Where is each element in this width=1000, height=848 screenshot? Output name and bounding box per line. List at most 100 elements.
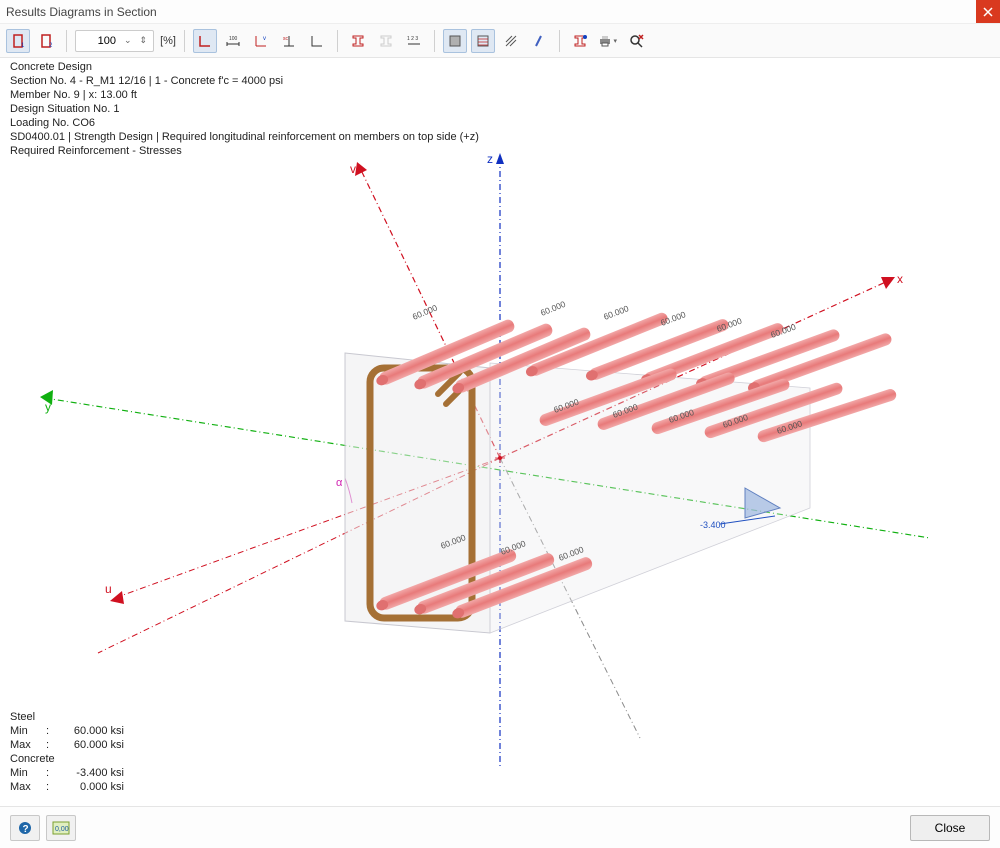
tb-view-dimensions[interactable]: 100 [221, 29, 245, 53]
rebar [451, 555, 594, 620]
tb-diagram-type-2[interactable]: 2 [34, 29, 58, 53]
z-axis-label: z [487, 152, 493, 166]
tb-view-principal-axes[interactable]: v [249, 29, 273, 53]
bar-label: 60.000 [439, 532, 467, 551]
bar-label: 60.000 [721, 412, 749, 430]
v-axis-label: v [350, 162, 356, 176]
info-line: Concrete Design [10, 60, 479, 74]
results-summary: Steel Min:60.000 ksi Max:60.000 ksi Conc… [10, 710, 124, 794]
ibeam-solid-icon [350, 33, 366, 49]
axes-icon [197, 33, 213, 49]
printer-icon [597, 33, 610, 49]
diagram-canvas: z v u x y α 60.000 [0, 58, 1000, 798]
svg-text:v: v [263, 36, 266, 42]
rebar [451, 326, 592, 395]
info-line: SD0400.01 | Strength Design | Required l… [10, 130, 479, 144]
window-close-button[interactable] [976, 0, 1000, 23]
principal-axes-icon: v [253, 33, 269, 49]
bar-label: 60.000 [667, 407, 695, 425]
alpha-label: α [336, 477, 343, 489]
concrete-stress-label: -3.400 [700, 520, 726, 530]
close-button[interactable]: Close [910, 815, 990, 841]
shear-center-icon: sc [281, 33, 297, 49]
rebar [524, 311, 669, 378]
svg-text:0,00: 0,00 [55, 826, 69, 833]
rebar [375, 318, 516, 387]
steel-max-value: 60.000 ksi [56, 738, 124, 752]
bar-label: 60.000 [659, 309, 687, 328]
bar-label: 60.000 [411, 302, 439, 321]
axis-toggle-icon [309, 33, 325, 49]
separator [184, 30, 185, 52]
design-info-block: Concrete Design Section No. 4 - R_M1 12/… [10, 60, 479, 158]
rebar [413, 551, 556, 616]
separator [559, 30, 560, 52]
max-label: Max [10, 738, 46, 752]
rebar [756, 387, 898, 443]
help-button[interactable]: ? [10, 815, 40, 841]
texture-icon [475, 33, 491, 49]
bar-label: 60.000 [611, 401, 639, 419]
rebar [375, 547, 518, 612]
tb-view-axes[interactable] [193, 29, 217, 53]
tb-diagram-type-1[interactable]: 1 [6, 29, 30, 53]
zoom-dropdown-icon[interactable]: ⌄ [122, 35, 134, 46]
window-title: Results Diagrams in Section [6, 5, 157, 19]
ibeam-outline-icon [378, 33, 394, 49]
rebar [596, 371, 736, 432]
units-button[interactable]: 0,00 [46, 815, 76, 841]
tb-view-shear-center[interactable]: sc [277, 29, 301, 53]
svg-text:sc: sc [283, 36, 289, 42]
info-line: Section No. 4 - R_M1 12/16 | 1 - Concret… [10, 74, 479, 88]
rebar [538, 367, 678, 428]
steel-min-value: 60.000 ksi [56, 724, 124, 738]
zoom-stepper-icon[interactable]: ⇕ [138, 35, 150, 46]
bar-label: 60.000 [557, 544, 585, 563]
svg-text:100: 100 [229, 36, 238, 42]
tb-display-edge[interactable] [527, 29, 551, 53]
dimension-icon: 100 [225, 33, 241, 49]
concrete-heading: Concrete [10, 752, 124, 766]
tb-print[interactable]: ▾ [596, 29, 620, 53]
tb-display-hatching[interactable] [499, 29, 523, 53]
svg-text:2: 2 [49, 43, 53, 49]
search-x-icon [628, 33, 644, 49]
min-label: Min [10, 766, 46, 780]
tb-display-fill[interactable] [443, 29, 467, 53]
y-axis-label: y [45, 400, 51, 414]
separator [66, 30, 67, 52]
rebar [695, 328, 842, 390]
separator [434, 30, 435, 52]
concrete-min-value: -3.400 ksi [56, 766, 124, 780]
bar-label: 60.000 [776, 418, 804, 436]
bar-label: 60.000 [539, 299, 567, 318]
zoom-input-group[interactable]: ⌄ ⇕ [75, 30, 154, 52]
zoom-input[interactable] [80, 34, 118, 48]
rebar [703, 381, 844, 440]
bar-label: 60.000 [602, 303, 630, 322]
tb-view-axis-toggle[interactable] [305, 29, 329, 53]
zoom-unit-label: [%] [160, 35, 176, 47]
svg-text:1: 1 [21, 43, 25, 49]
info-line: Required Reinforcement - Stresses [10, 144, 479, 158]
values-icon: 1 2 3 [406, 33, 422, 49]
edge-icon [531, 33, 547, 49]
section-1-icon: 1 [10, 33, 26, 49]
rebar [650, 377, 791, 436]
tb-stress-points[interactable] [568, 29, 592, 53]
tb-section-outline [374, 29, 398, 53]
info-line: Design Situation No. 1 [10, 102, 479, 116]
bar-label: 60.000 [769, 321, 797, 339]
rebar [413, 322, 554, 391]
bar-label: 60.000 [715, 315, 743, 333]
steel-heading: Steel [10, 710, 124, 724]
tb-section-solid[interactable] [346, 29, 370, 53]
close-icon [983, 7, 993, 17]
tb-find[interactable] [624, 29, 648, 53]
bar-label: 60.000 [552, 396, 580, 414]
help-icon: ? [17, 820, 33, 836]
tb-section-values[interactable]: 1 2 3 [402, 29, 426, 53]
rebar [584, 317, 730, 382]
min-label: Min [10, 724, 46, 738]
tb-display-texture[interactable] [471, 29, 495, 53]
